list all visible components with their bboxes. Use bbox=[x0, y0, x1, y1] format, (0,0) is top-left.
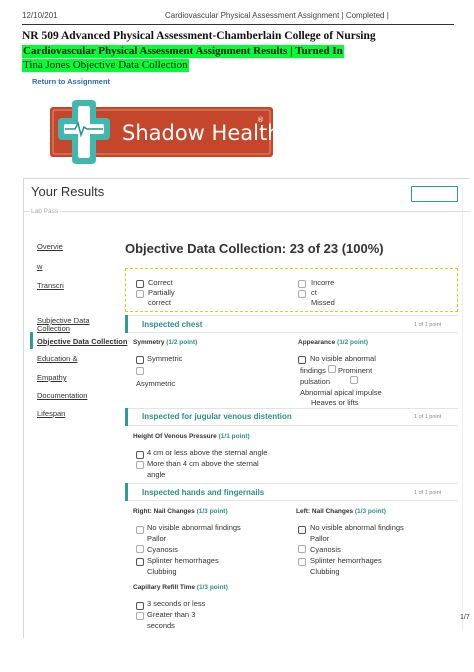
right-option-clubbing: Clubbing bbox=[147, 567, 177, 576]
left-option-splinter: Splinter hemorrhages bbox=[310, 556, 382, 565]
sidebar-item-subjective-cont[interactable]: Collection bbox=[37, 324, 70, 333]
left-nail-question: Left: Nail Changes (1/3 point) bbox=[296, 508, 386, 515]
option-3-seconds: 3 seconds or less bbox=[147, 599, 206, 608]
legend-partial-cont: correct bbox=[148, 298, 171, 307]
legend-correct: Correct bbox=[148, 278, 173, 287]
results-action-button[interactable] bbox=[411, 186, 458, 202]
option-asymmetric: Asymmetric bbox=[136, 379, 176, 388]
print-title: Cardiovascular Physical Assessment Assig… bbox=[165, 11, 389, 20]
left-nail-checkbox-3 bbox=[298, 558, 306, 566]
right-option-pallor: Pallor bbox=[147, 534, 167, 543]
legend-partial: Partially bbox=[148, 288, 175, 297]
logo-text: Shadow Health bbox=[122, 121, 273, 145]
apical-checkbox bbox=[350, 376, 358, 384]
no-abnormal-checkbox bbox=[298, 356, 306, 364]
header-divider bbox=[22, 24, 454, 25]
option-greater-than-3: Greater than 3 bbox=[147, 610, 196, 619]
legend-missed: Missed bbox=[311, 298, 335, 307]
patient-highlight: Tina Jones Objective Data Collection bbox=[22, 59, 189, 72]
capillary-refill-question: Capillary Refill Time (1/3 point) bbox=[133, 584, 228, 591]
course-title: NR 509 Advanced Physical Assessment-Cham… bbox=[22, 30, 376, 42]
venous-pressure-question: Height Of Venous Pressure (1/1 point) bbox=[133, 433, 250, 440]
sidebar-item-empathy[interactable]: Empathy bbox=[37, 373, 67, 382]
section-count-hands: 1 of 1 point bbox=[414, 490, 442, 496]
page-title: Objective Data Collection: 23 of 23 (100… bbox=[125, 241, 384, 256]
jvd-4cm-checkbox bbox=[136, 451, 144, 459]
sidebar-active-indicator bbox=[30, 332, 33, 349]
option-no-abnormal: No visible abnormal bbox=[310, 354, 376, 363]
option-symmetric: Symmetric bbox=[147, 354, 183, 363]
sidebar-item-transcript[interactable]: Transcri bbox=[37, 281, 64, 290]
option-prominent: Prominent bbox=[338, 366, 373, 375]
right-nail-question: Right: Nail Changes (1/3 point) bbox=[133, 508, 228, 515]
left-option-clubbing: Clubbing bbox=[310, 567, 340, 576]
section-title-jvd: Inspected for jugular venous distention bbox=[142, 412, 292, 421]
section-title-chest: Inspected chest bbox=[142, 320, 203, 329]
print-header: 12/10/201 Cardiovascular Physical Assess… bbox=[0, 0, 474, 24]
refill-3sec-checkbox bbox=[136, 602, 144, 610]
left-option-pallor: Pallor bbox=[310, 534, 330, 543]
option-more-than-4cm: More than 4 cm above the sternal bbox=[147, 459, 259, 468]
legend-missed-checkbox bbox=[298, 290, 306, 298]
assignment-results-highlight: Cardiovascular Physical Assessment Assig… bbox=[22, 45, 344, 58]
sidebar-item-lifespan[interactable]: Lifespan bbox=[37, 409, 65, 418]
option-pulsation: pulsation bbox=[300, 377, 331, 386]
legend-incorrect-checkbox bbox=[298, 280, 306, 288]
sidebar-item-education[interactable]: Education & bbox=[37, 354, 77, 363]
option-findings: findings bbox=[300, 366, 326, 375]
symmetry-question: Symmetry (1/2 point) bbox=[133, 339, 198, 346]
option-4cm-or-less: 4 cm or less above the sternal angle bbox=[147, 448, 268, 457]
prominent-checkbox bbox=[328, 365, 336, 373]
left-nail-checkbox-1 bbox=[298, 526, 306, 534]
legend-partial-checkbox bbox=[136, 290, 144, 298]
return-to-assignment-link[interactable]: Return to Assignment bbox=[32, 77, 110, 86]
legend-correct-checkbox bbox=[136, 280, 144, 288]
legend-incorrect: Incorre bbox=[311, 278, 335, 287]
lab-pass-divider bbox=[24, 211, 470, 212]
right-option-cyanosis: Cyanosis bbox=[147, 545, 178, 554]
sidebar-item-overview-cont[interactable]: w bbox=[37, 262, 42, 271]
refill-greater-checkbox bbox=[136, 612, 144, 620]
right-option-splinter: Splinter hemorrhages bbox=[147, 556, 219, 565]
legend-incorrect-cont: ct bbox=[311, 288, 317, 297]
section-count-jvd: 1 of 1 point bbox=[414, 414, 442, 420]
print-date: 12/10/201 bbox=[22, 11, 58, 20]
lab-pass-label: Lab Pass bbox=[31, 208, 59, 215]
right-nail-checkbox-2 bbox=[136, 545, 144, 553]
left-option-cyanosis: Cyanosis bbox=[310, 545, 341, 554]
symmetric-checkbox bbox=[136, 356, 144, 364]
section-title-hands: Inspected hands and fingernails bbox=[142, 488, 265, 497]
your-results-heading: Your Results bbox=[31, 184, 105, 199]
option-heaves: Heaves or lifts bbox=[311, 398, 359, 407]
option-greater-than-3-cont: seconds bbox=[147, 621, 175, 630]
shadow-health-logo: Shadow Health ® bbox=[50, 100, 273, 164]
sidebar-item-objective[interactable]: Objective Data Collection bbox=[37, 337, 127, 346]
section-count-chest: 1 of 1 point bbox=[414, 322, 442, 328]
page-number: 1/7 bbox=[460, 614, 470, 621]
asymmetric-checkbox bbox=[136, 367, 144, 375]
right-nail-checkbox-1 bbox=[136, 526, 144, 534]
card-right-divider bbox=[462, 186, 463, 631]
option-apical: Abnormal apical impulse bbox=[300, 388, 382, 397]
option-more-than-4cm-cont: angle bbox=[147, 470, 166, 479]
sidebar-item-overview[interactable]: Overvie bbox=[37, 242, 63, 251]
left-option-no-abnormal: No visible abnormal findings bbox=[310, 523, 404, 532]
right-nail-checkbox-3 bbox=[136, 558, 144, 566]
appearance-question: Appearance (1/2 point) bbox=[298, 339, 369, 346]
registered-mark: ® bbox=[257, 116, 264, 124]
jvd-more-checkbox bbox=[136, 461, 144, 469]
left-nail-checkbox-2 bbox=[298, 545, 306, 553]
sidebar-item-documentation[interactable]: Documentation bbox=[37, 391, 87, 400]
right-option-no-abnormal: No visible abnormal findings bbox=[147, 523, 241, 532]
